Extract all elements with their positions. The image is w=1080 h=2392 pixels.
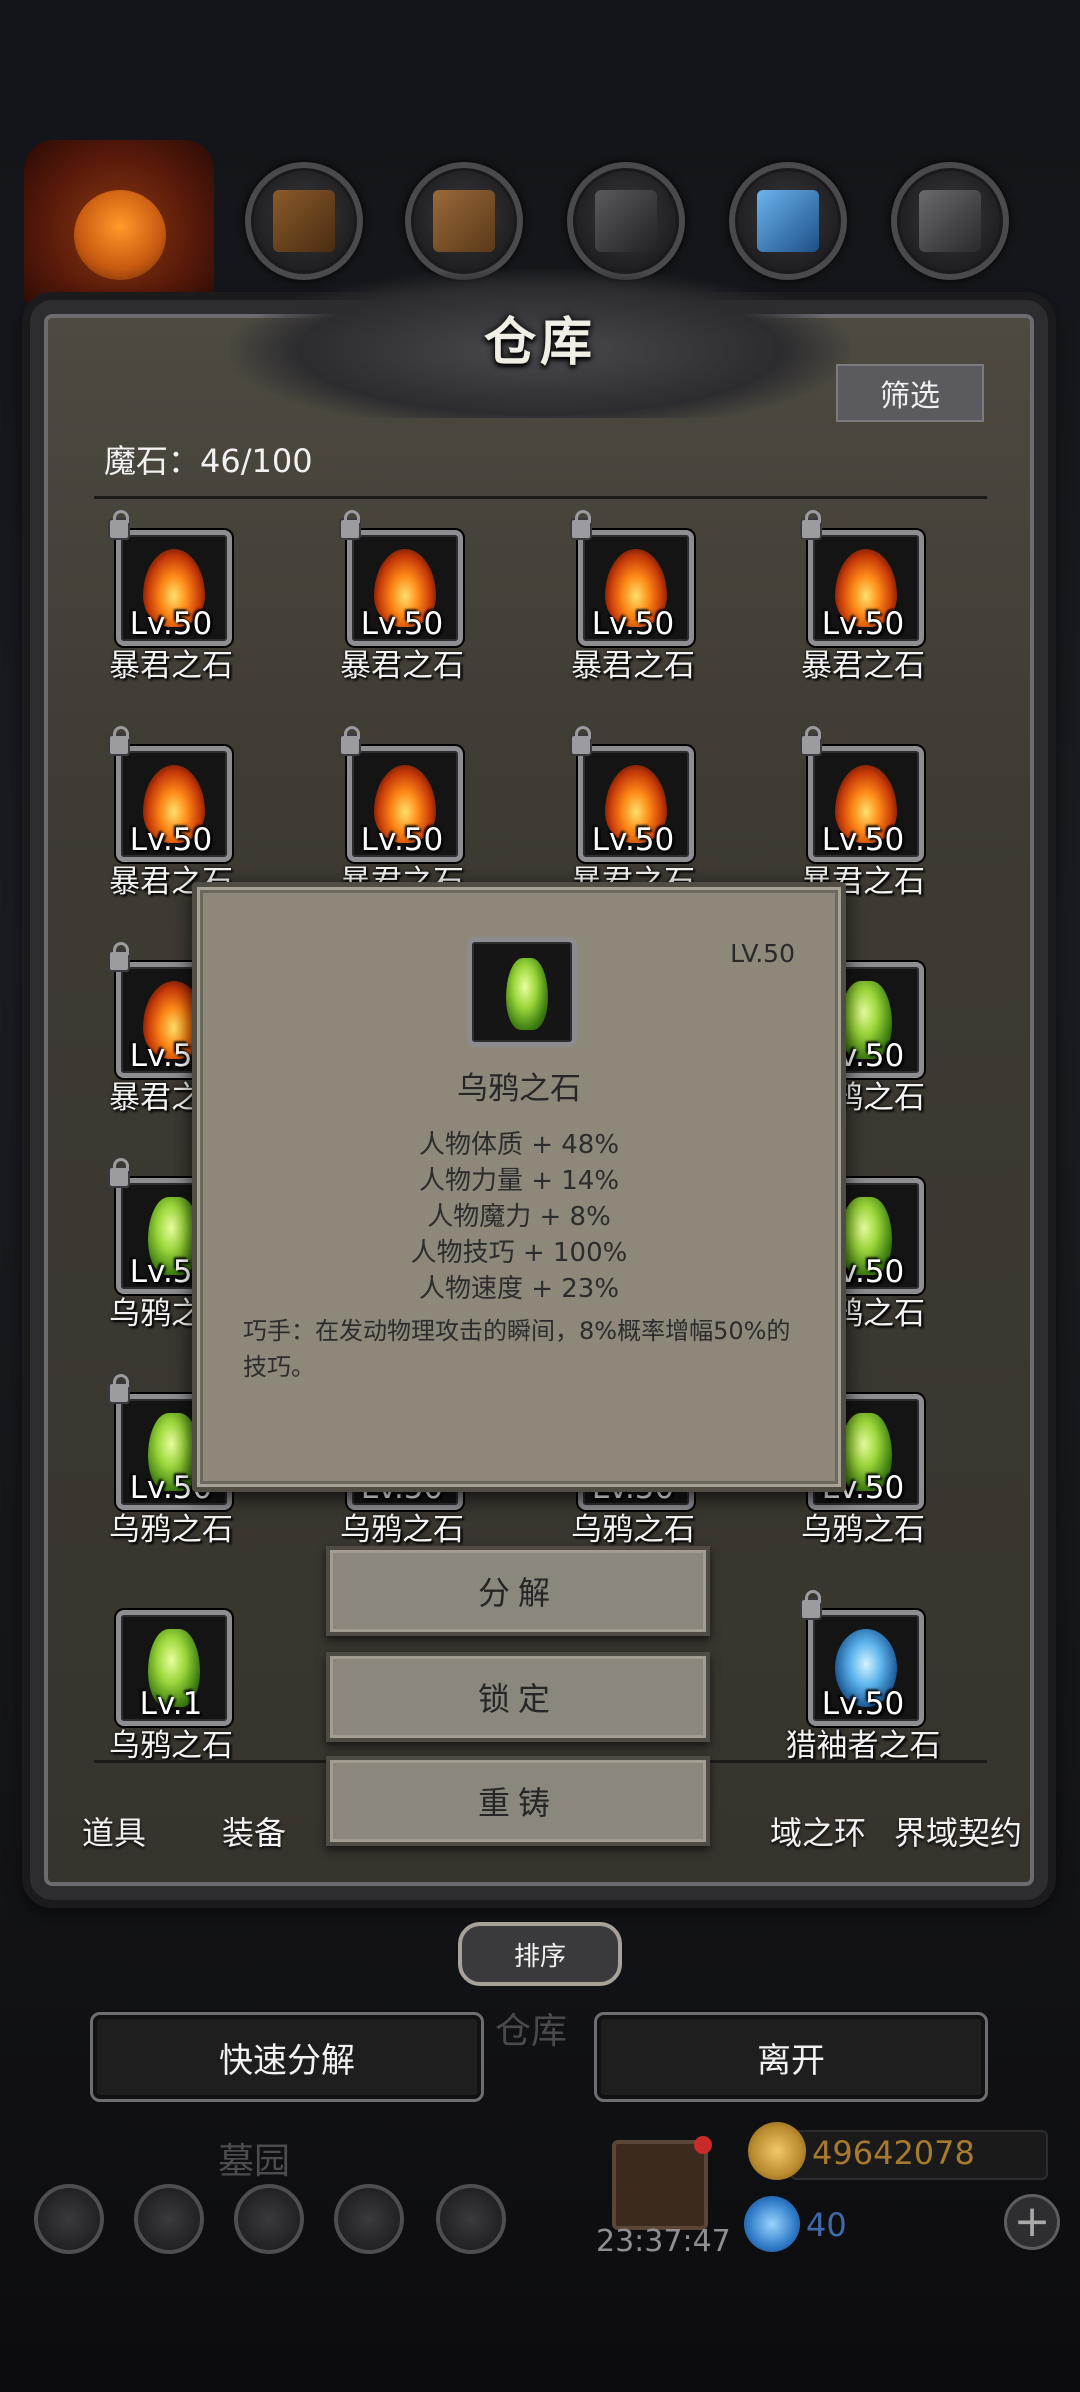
- tab-equipment[interactable]: 装备: [222, 1808, 286, 1854]
- stat-line: 人物力量 + 14%: [418, 1166, 620, 1196]
- stat-line: 人物技巧 + 100%: [410, 1238, 628, 1268]
- warehouse-background-label: 仓库: [495, 2011, 568, 2052]
- slot-level: Lv.50: [360, 822, 444, 858]
- castle-icon[interactable]: [234, 2184, 304, 2254]
- lock-icon: [800, 1590, 822, 1620]
- star-icon[interactable]: [134, 2184, 204, 2254]
- crystal-glyph: [757, 190, 819, 252]
- inventory-slot[interactable]: Lv.50 暴君之石: [96, 510, 246, 684]
- slot-item-name: 乌鸦之石: [340, 1512, 464, 1548]
- leave-button[interactable]: 离开: [594, 2012, 988, 2102]
- slot-item-name: 暴君之石: [571, 648, 695, 684]
- gift-icon[interactable]: [612, 2136, 712, 2230]
- green-crystal-icon: [506, 958, 548, 1030]
- wood-resource-icon[interactable]: [405, 162, 523, 280]
- item-icon-frame: [467, 937, 577, 1047]
- slot-level: Lv.1: [139, 1686, 203, 1722]
- gold-coin-icon: [748, 2122, 806, 2180]
- iron-resource-icon[interactable]: [567, 162, 685, 280]
- chat-icon[interactable]: [436, 2184, 506, 2254]
- tab-items[interactable]: 道具: [82, 1808, 146, 1854]
- slot-level: Lv.50: [591, 822, 675, 858]
- divider-top: [94, 496, 987, 499]
- tab-domain-ring[interactable]: 域之环: [770, 1808, 866, 1854]
- inventory-slot[interactable]: Lv.50 暴君之石: [558, 510, 708, 684]
- inventory-slot[interactable]: Lv.50暴君之石: [96, 726, 246, 900]
- notification-dot: [694, 2136, 712, 2154]
- item-detail-popup: LV.50 乌鸦之石 人物体质 + 48% 人物力量 + 14% 人物魔力 + …: [192, 882, 846, 1492]
- inventory-slot[interactable]: Lv.50暴君之石: [788, 726, 938, 900]
- lock-icon: [339, 510, 361, 540]
- avatar-face: [74, 190, 166, 280]
- player-avatar[interactable]: [24, 140, 214, 305]
- lock-icon: [108, 726, 130, 756]
- crystal-resource-icon[interactable]: [729, 162, 847, 280]
- lock-icon: [800, 726, 822, 756]
- sort-button[interactable]: 排序: [458, 1922, 622, 1986]
- settings-icon[interactable]: [34, 2184, 104, 2254]
- slot-level: Lv.50: [821, 822, 905, 858]
- inventory-slot[interactable]: Lv.50 暴君之石: [327, 510, 477, 684]
- iron-glyph: [595, 190, 657, 252]
- quick-decompose-button[interactable]: 快速分解: [90, 2012, 484, 2102]
- slot-item-name: 乌鸦之石: [571, 1512, 695, 1548]
- clock: 23:37:47: [596, 2224, 731, 2259]
- slot-item-name: 暴君之石: [340, 648, 464, 684]
- decompose-button[interactable]: 分解: [326, 1546, 710, 1636]
- gold-amount: 49642078: [812, 2134, 975, 2172]
- lock-icon: [108, 510, 130, 540]
- lock-icon: [339, 726, 361, 756]
- recast-button[interactable]: 重铸: [326, 1756, 710, 1846]
- lock-icon: [108, 942, 130, 972]
- slot-item-name: 暴君之石: [801, 648, 925, 684]
- lock-icon: [108, 1374, 130, 1404]
- inventory-slot[interactable]: Lv.50暴君之石: [558, 726, 708, 900]
- item-name: 乌鸦之石: [457, 1071, 581, 1107]
- slot-item-name: 暴君之石: [109, 648, 233, 684]
- mail-icon[interactable]: [334, 2184, 404, 2254]
- slot-level: Lv.50: [821, 1686, 905, 1722]
- slot-level: Lv.50: [821, 606, 905, 642]
- tab-domain-contract[interactable]: 界域契约: [894, 1808, 1022, 1854]
- slot-level: Lv.50: [129, 822, 213, 858]
- steel-resource-icon[interactable]: [891, 162, 1009, 280]
- slot-item-name: 猎袖者之石: [785, 1728, 941, 1764]
- lock-icon: [800, 510, 822, 540]
- lock-icon: [570, 510, 592, 540]
- item-stats: 人物体质 + 48% 人物力量 + 14% 人物魔力 + 8% 人物技巧 + 1…: [197, 1127, 841, 1307]
- slot-level: Lv.50: [129, 606, 213, 642]
- inventory-slot[interactable]: Lv.50 猎袖者之石: [786, 1590, 941, 1764]
- gem-icon: [744, 2196, 800, 2252]
- filter-button[interactable]: 筛选: [836, 364, 984, 422]
- leather-resource-icon[interactable]: [245, 162, 363, 280]
- lock-button[interactable]: 锁定: [326, 1652, 710, 1742]
- stat-line: 人物体质 + 48%: [418, 1130, 620, 1160]
- inventory-slot[interactable]: Lv.50 暴君之石: [788, 510, 938, 684]
- slot-item-name: 乌鸦之石: [801, 1512, 925, 1548]
- item-description: 巧手：在发动物理攻击的瞬间，8%概率增幅50%的技巧。: [243, 1317, 791, 1381]
- lock-icon: [570, 726, 592, 756]
- inventory-slot[interactable]: Lv.50暴君之石: [327, 726, 477, 900]
- steel-glyph: [919, 190, 981, 252]
- wood-glyph: [433, 190, 495, 252]
- stat-line: 人物速度 + 23%: [418, 1274, 620, 1304]
- slot-level: Lv.50: [360, 606, 444, 642]
- graveyard-label: 墓园: [218, 2141, 291, 2182]
- slot-item-name: 乌鸦之石: [109, 1512, 233, 1548]
- leather-glyph: [273, 190, 335, 252]
- slot-level: Lv.50: [591, 606, 675, 642]
- magic-stone-count: 魔石：46/100: [104, 442, 313, 480]
- gem-amount: 40: [806, 2206, 847, 2244]
- slot-item-name: 乌鸦之石: [109, 1728, 233, 1764]
- lock-icon: [108, 1158, 130, 1188]
- stat-line: 人物魔力 + 8%: [427, 1202, 611, 1232]
- add-currency-button[interactable]: +: [1004, 2194, 1060, 2250]
- inventory-slot[interactable]: Lv.1 乌鸦之石: [96, 1610, 246, 1764]
- item-level: LV.50: [730, 939, 795, 968]
